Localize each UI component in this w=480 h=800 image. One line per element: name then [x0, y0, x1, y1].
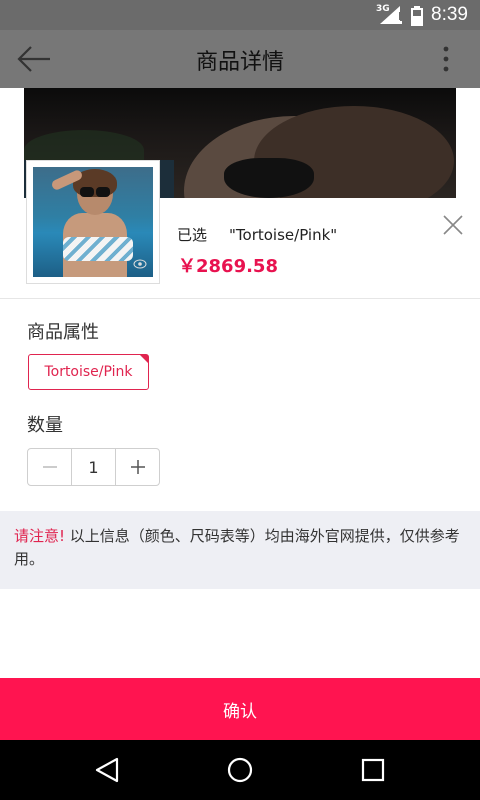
back-nav-icon[interactable]	[94, 756, 120, 784]
notice-box: 请注意! 以上信息（颜色、尺码表等）均由海外官网提供，仅供参考用。	[0, 511, 480, 589]
product-price: ￥2869.58	[178, 256, 278, 277]
battery-icon	[411, 6, 423, 26]
eye-icon	[133, 259, 147, 269]
selected-corner-mark	[140, 355, 148, 363]
selected-value: "Tortoise/Pink"	[229, 226, 338, 244]
recents-nav-icon[interactable]	[360, 756, 386, 784]
page-title: 商品详情	[195, 50, 284, 75]
decrement-button[interactable]	[28, 449, 71, 485]
plus-icon	[130, 460, 145, 474]
notice-text: 以上信息（颜色、尺码表等）均由海外官网提供，仅供参考用。	[14, 527, 460, 568]
divider	[0, 298, 480, 299]
confirm-label: 确认	[223, 701, 257, 722]
confirm-button[interactable]: 确认	[0, 678, 480, 740]
quantity-stepper: 1	[27, 448, 160, 486]
selected-variant: 已选 "Tortoise/Pink"	[177, 224, 337, 245]
home-nav-icon[interactable]	[226, 756, 254, 784]
sku-selector-sheet: 已选 "Tortoise/Pink" ￥2869.58 商品属性 Tortoise…	[0, 160, 480, 678]
increment-button[interactable]	[116, 449, 159, 485]
attributes-title: 商品属性	[27, 322, 99, 343]
notice-warning: 请注意!	[14, 527, 66, 545]
app-header: 商品详情	[0, 30, 480, 88]
close-icon[interactable]	[440, 212, 466, 238]
status-bar: 3G 8:39	[0, 0, 480, 30]
quantity-title: 数量	[27, 415, 63, 436]
more-vertical-icon[interactable]	[442, 44, 450, 74]
option-label: Tortoise/Pink	[44, 364, 133, 380]
quantity-value[interactable]: 1	[71, 449, 116, 485]
selected-label: 已选	[177, 226, 208, 244]
option-chip-tortoise-pink[interactable]: Tortoise/Pink	[28, 354, 149, 390]
system-nav-bar	[0, 740, 480, 800]
minus-icon	[42, 466, 57, 468]
signal-icon	[380, 6, 402, 24]
product-thumbnail	[26, 160, 160, 284]
clock: 8:39	[431, 4, 468, 25]
